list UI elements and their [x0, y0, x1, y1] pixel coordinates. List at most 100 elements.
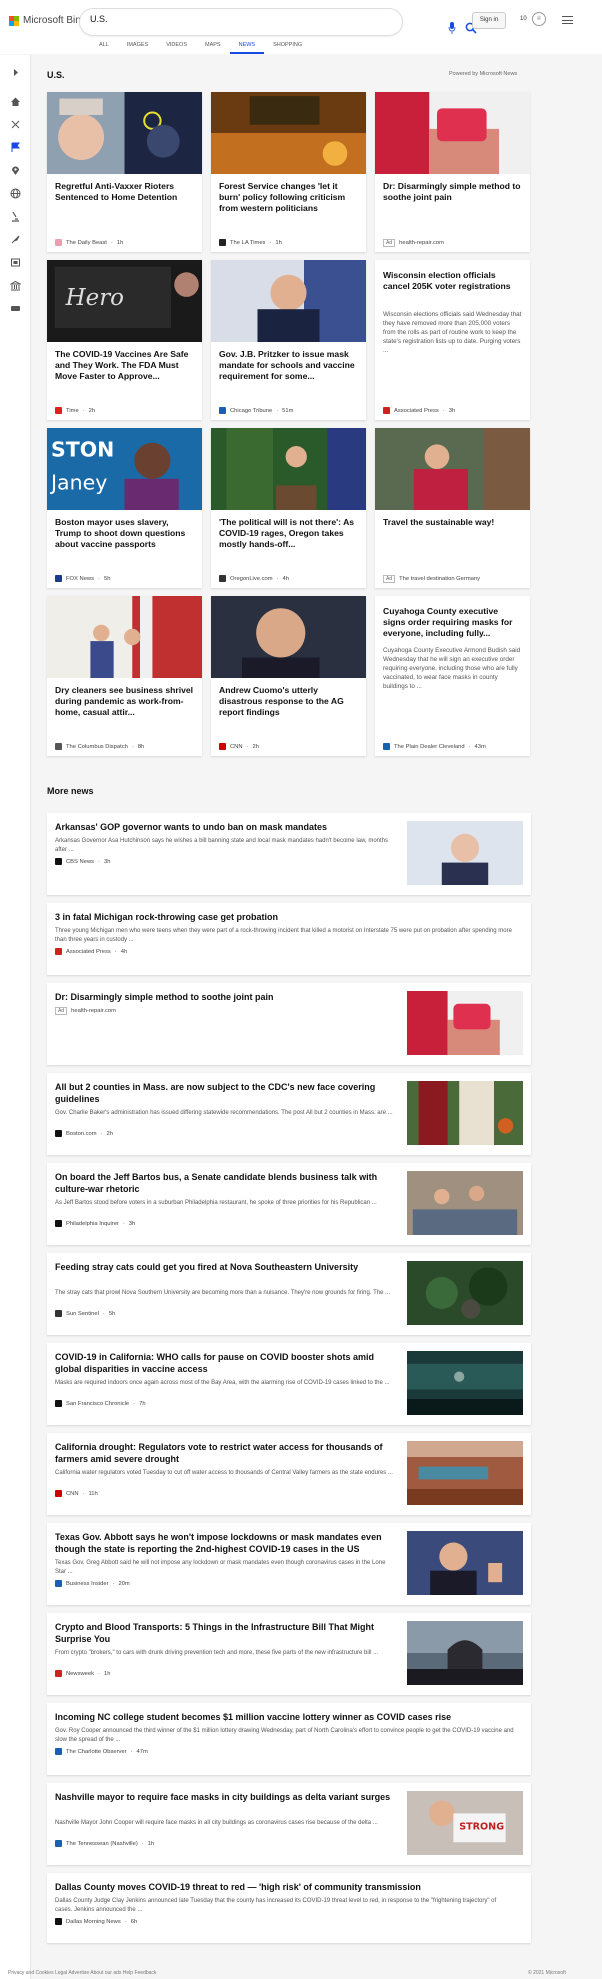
- more-news-item[interactable]: Incoming NC college student becomes $1 m…: [47, 1703, 531, 1775]
- more-news-item[interactable]: Crypto and Blood Transports: 5 Things in…: [47, 1613, 531, 1695]
- news-card[interactable]: Regretful Anti-Vaxxer Rioters Sentenced …: [47, 92, 202, 252]
- card-title[interactable]: Forest Service changes 'let it burn' pol…: [219, 181, 358, 214]
- news-thumbnail[interactable]: [407, 1081, 523, 1145]
- more-news-item[interactable]: Dr: Disarmingly simple method to soothe …: [47, 983, 531, 1065]
- news-card[interactable]: Gov. J.B. Pritzker to issue mask mandate…: [211, 260, 366, 420]
- more-news-item[interactable]: On board the Jeff Bartos bus, a Senate c…: [47, 1163, 531, 1245]
- more-news-item[interactable]: COVID-19 in California: WHO calls for pa…: [47, 1343, 531, 1425]
- card-title[interactable]: Wisconsin election officials cancel 205K…: [383, 270, 522, 292]
- card-image[interactable]: [211, 596, 366, 678]
- rewards-trophy-icon[interactable]: ♕: [532, 12, 546, 26]
- news-thumbnail[interactable]: [407, 1441, 523, 1505]
- more-news-item[interactable]: California drought: Regulators vote to r…: [47, 1433, 531, 1515]
- news-thumbnail[interactable]: [407, 1171, 523, 1235]
- card-title[interactable]: The COVID-19 Vaccines Are Safe and They …: [55, 349, 194, 382]
- card-title[interactable]: Cuyahoga County executive signs order re…: [383, 606, 522, 639]
- card-title[interactable]: Dry cleaners see business shrivel during…: [55, 685, 194, 718]
- news-card[interactable]: STON Janey Boston mayor uses slavery, Trum…: [47, 428, 202, 588]
- card-image[interactable]: Hero: [47, 260, 202, 342]
- card-image[interactable]: [47, 92, 202, 174]
- card-image[interactable]: [47, 596, 202, 678]
- more-news-item[interactable]: All but 2 counties in Mass. are now subj…: [47, 1073, 531, 1155]
- scope-tab-maps[interactable]: MAPS: [196, 42, 230, 54]
- news-card[interactable]: 'The political will is not there': As CO…: [211, 428, 366, 588]
- scope-tab-shopping[interactable]: SHOPPING: [264, 42, 311, 54]
- card-title[interactable]: Travel the sustainable way!: [383, 517, 522, 528]
- news-title[interactable]: California drought: Regulators vote to r…: [55, 1441, 395, 1465]
- home-icon[interactable]: [10, 96, 21, 107]
- news-thumbnail[interactable]: [407, 1351, 523, 1415]
- card-image[interactable]: [211, 428, 366, 510]
- scope-tab-images[interactable]: IMAGES: [118, 42, 157, 54]
- news-card[interactable]: Wisconsin election officials cancel 205K…: [375, 260, 530, 420]
- search-box[interactable]: [80, 9, 477, 35]
- entertainment-icon[interactable]: [10, 257, 21, 268]
- rewards-points[interactable]: 10: [520, 16, 527, 22]
- news-card[interactable]: Cuyahoga County executive signs order re…: [375, 596, 530, 756]
- card-image[interactable]: [375, 428, 530, 510]
- card-image[interactable]: STON Janey: [47, 428, 202, 510]
- news-title[interactable]: On board the Jeff Bartos bus, a Senate c…: [55, 1171, 395, 1195]
- news-title[interactable]: Crypto and Blood Transports: 5 Things in…: [55, 1621, 395, 1645]
- scope-tab-all[interactable]: ALL: [90, 42, 118, 54]
- bing-logo[interactable]: Microsoft Bing: [9, 15, 86, 26]
- card-title[interactable]: Gov. J.B. Pritzker to issue mask mandate…: [219, 349, 358, 382]
- news-title[interactable]: COVID-19 in California: WHO calls for pa…: [55, 1351, 395, 1375]
- scope-tab-news[interactable]: NEWS: [229, 42, 265, 54]
- news-card[interactable]: Dry cleaners see business shrivel during…: [47, 596, 202, 756]
- card-image[interactable]: [375, 92, 530, 174]
- news-description: Gov. Roy Cooper announced the third winn…: [55, 1728, 514, 1743]
- card-image[interactable]: [211, 92, 366, 174]
- news-title[interactable]: Arkansas' GOP governor wants to undo ban…: [55, 821, 395, 833]
- news-thumbnail[interactable]: [407, 991, 523, 1055]
- publish-time: 2h: [88, 407, 96, 414]
- news-title[interactable]: Texas Gov. Abbott says he won't impose l…: [55, 1531, 395, 1555]
- card-title[interactable]: Dr: Disarmingly simple method to soothe …: [383, 181, 522, 203]
- hamburger-menu-icon[interactable]: [562, 16, 573, 24]
- more-news-item[interactable]: Texas Gov. Abbott says he won't impose l…: [47, 1523, 531, 1605]
- card-title[interactable]: Regretful Anti-Vaxxer Rioters Sentenced …: [55, 181, 194, 203]
- scope-tab-videos[interactable]: VIDEOS: [157, 42, 196, 54]
- card-title[interactable]: Boston mayor uses slavery, Trump to shoo…: [55, 517, 194, 550]
- news-card[interactable]: Travel the sustainable way! Ad The travel …: [375, 428, 530, 588]
- news-card[interactable]: Forest Service changes 'let it burn' pol…: [211, 92, 366, 252]
- news-title[interactable]: Nashville mayor to require face masks in…: [55, 1791, 395, 1803]
- microscope-icon[interactable]: [10, 211, 21, 222]
- news-thumbnail[interactable]: [407, 1261, 523, 1325]
- news-thumbnail[interactable]: STRONG: [407, 1791, 523, 1855]
- expand-arrow-icon[interactable]: [10, 67, 21, 78]
- search-input[interactable]: [90, 14, 340, 24]
- news-card[interactable]: Andrew Cuomo's utterly disastrous respon…: [211, 596, 366, 756]
- money-icon[interactable]: [10, 280, 21, 291]
- flag-icon[interactable]: [10, 142, 21, 153]
- more-news-item[interactable]: Dallas County moves COVID-19 threat to r…: [47, 1873, 531, 1943]
- rocket-icon[interactable]: [10, 234, 21, 245]
- news-title[interactable]: All but 2 counties in Mass. are now subj…: [55, 1081, 395, 1105]
- sparkle-icon[interactable]: [10, 119, 21, 130]
- news-title[interactable]: Incoming NC college student becomes $1 m…: [55, 1711, 515, 1723]
- news-thumbnail[interactable]: [407, 1621, 523, 1685]
- more-news-item[interactable]: Feeding stray cats could get you fired a…: [47, 1253, 531, 1335]
- sign-in-button[interactable]: Sign in: [472, 12, 506, 29]
- more-news-item[interactable]: Nashville mayor to require face masks in…: [47, 1783, 531, 1865]
- news-thumbnail[interactable]: [407, 1531, 523, 1595]
- publish-time: 51m: [282, 407, 294, 414]
- news-thumbnail[interactable]: [407, 821, 523, 885]
- news-card[interactable]: Hero The COVID-19 Vaccines Are Safe and T…: [47, 260, 202, 420]
- news-source: The Charlotte Observer · 47m: [55, 1748, 148, 1755]
- news-title[interactable]: Feeding stray cats could get you fired a…: [55, 1261, 395, 1273]
- card-image[interactable]: [211, 260, 366, 342]
- news-title[interactable]: 3 in fatal Michigan rock-throwing case g…: [55, 911, 515, 923]
- card-title[interactable]: 'The political will is not there': As CO…: [219, 517, 358, 550]
- more-news-item[interactable]: 3 in fatal Michigan rock-throwing case g…: [47, 903, 531, 975]
- more-news-item[interactable]: Arkansas' GOP governor wants to undo ban…: [47, 813, 531, 895]
- car-icon[interactable]: [10, 303, 21, 314]
- footer-links[interactable]: Privacy and Cookies Legal Advertise Abou…: [8, 1970, 156, 1976]
- card-title[interactable]: Andrew Cuomo's utterly disastrous respon…: [219, 685, 358, 718]
- globe-icon[interactable]: [10, 188, 21, 199]
- microphone-icon[interactable]: [448, 22, 456, 34]
- news-title[interactable]: Dr: Disarmingly simple method to soothe …: [55, 991, 395, 1003]
- location-pin-icon[interactable]: [10, 165, 21, 176]
- news-title[interactable]: Dallas County moves COVID-19 threat to r…: [55, 1881, 515, 1893]
- news-card[interactable]: Dr: Disarmingly simple method to soothe …: [375, 92, 530, 252]
